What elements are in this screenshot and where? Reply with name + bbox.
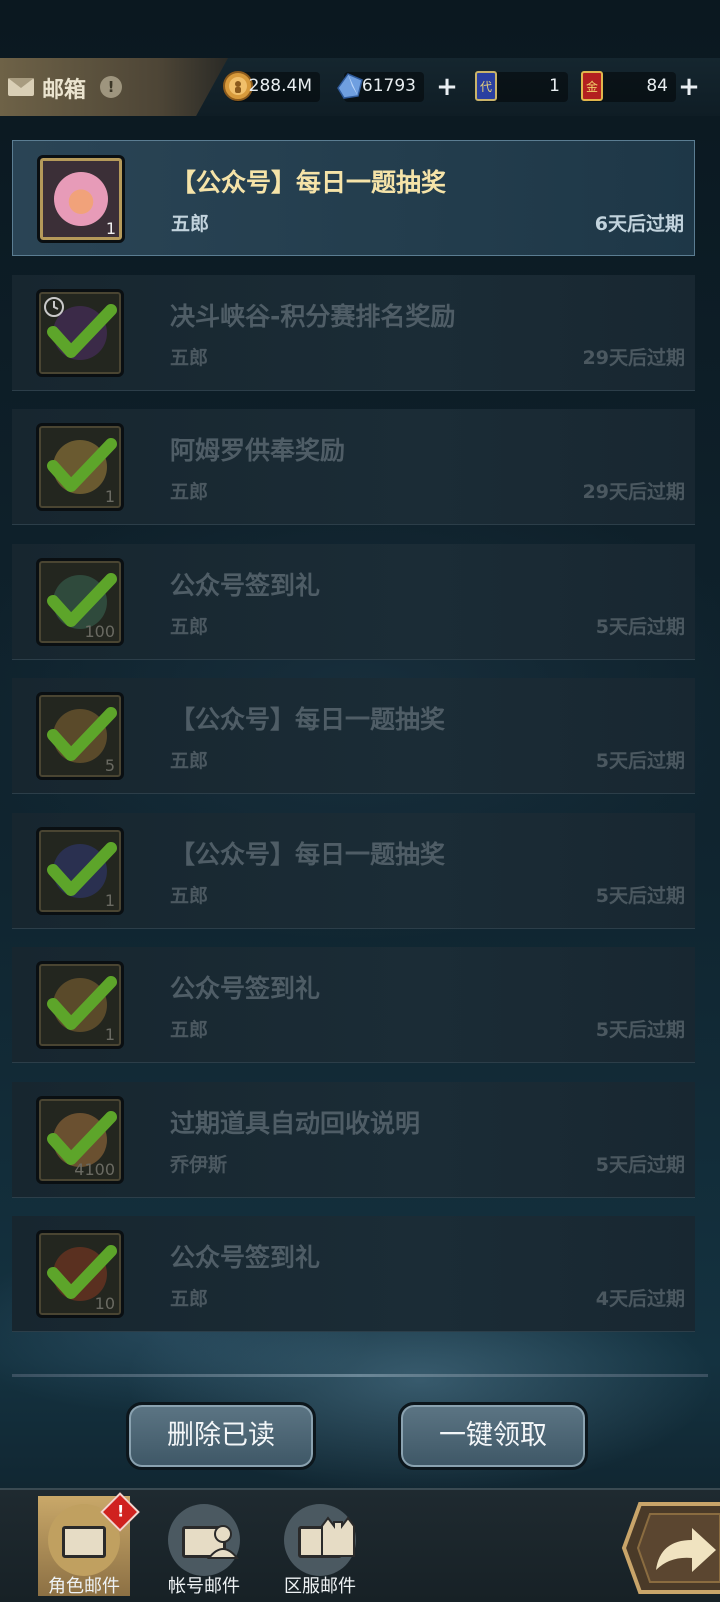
reward-slot: 1 <box>36 827 124 915</box>
mail-sender: 五郎 <box>170 1288 209 1310</box>
mail-item[interactable]: 4100 过期道具自动回收说明乔伊斯 5天后过期 <box>12 1082 695 1198</box>
crystal-resource: 61793 <box>337 72 424 102</box>
mail-title: 公众号签到礼 <box>170 1243 321 1272</box>
ticket-card-icon: 代 <box>475 71 497 101</box>
envelope-icon <box>62 1526 106 1558</box>
mail-sender: 五郎 <box>170 481 209 503</box>
claimed-check-icon <box>47 438 117 492</box>
tab-label: 区服邮件 <box>284 1576 356 1597</box>
tab-server-mail[interactable]: 区服邮件 <box>274 1496 366 1597</box>
claimed-check-icon <box>47 707 117 761</box>
info-icon[interactable]: ! <box>100 76 122 98</box>
reward-slot: 4100 <box>36 1096 124 1184</box>
mail-item[interactable]: 1 公众号签到礼五郎 5天后过期 <box>12 947 695 1063</box>
tab-label: 帐号邮件 <box>168 1576 240 1597</box>
mail-expiry: 5天后过期 <box>595 750 685 772</box>
mail-sender: 五郎 <box>171 213 210 235</box>
gold-resource: 288.4M <box>223 71 320 102</box>
alert-badge-text: ! <box>117 1501 125 1521</box>
user-icon <box>206 1525 240 1559</box>
mail-sender: 五郎 <box>170 616 209 638</box>
tab-account-mail[interactable]: 帐号邮件 <box>158 1496 250 1597</box>
mail-expiry: 5天后过期 <box>595 1019 685 1041</box>
tab-character-mail[interactable]: ! 角色邮件 <box>38 1492 140 1597</box>
claimed-check-icon <box>47 304 117 358</box>
mail-expiry: 4天后过期 <box>595 1288 685 1310</box>
mail-expiry: 6天后过期 <box>594 213 684 235</box>
reward-slot: 1 <box>36 961 124 1049</box>
mail-item[interactable]: 1 【公众号】每日一题抽奖五郎 5天后过期 <box>12 813 695 929</box>
claimed-check-icon <box>47 573 117 627</box>
mail-title: 公众号签到礼 <box>170 571 321 600</box>
mail-expiry: 5天后过期 <box>595 1154 685 1176</box>
reward-slot: 1 <box>36 423 124 511</box>
mail-title: 决斗峡谷-积分赛排名奖励 <box>170 302 456 331</box>
crystal-value: 61793 <box>361 76 416 96</box>
reward-slot: 10 <box>36 1230 124 1318</box>
delete-read-button[interactable]: 删除已读 <box>126 1402 316 1470</box>
reward-quantity: 1 <box>105 219 116 238</box>
page-title: 邮箱 <box>42 78 87 103</box>
svg-text:代: 代 <box>480 80 492 94</box>
mail-item[interactable]: 5 【公众号】每日一题抽奖五郎 5天后过期 <box>12 678 695 794</box>
claimed-check-icon <box>47 976 117 1030</box>
reward-slot: 100 <box>36 558 124 646</box>
gold-card-icon: 金 <box>581 71 603 101</box>
mail-expiry: 29天后过期 <box>582 481 685 503</box>
mailbox-header: 邮箱 ! <box>0 58 228 116</box>
add-gold-card-button[interactable]: + <box>676 74 702 100</box>
mail-sender: 五郎 <box>170 885 209 907</box>
add-crystal-button[interactable]: + <box>434 74 460 100</box>
mail-title: 阿姆罗供奉奖励 <box>170 436 346 465</box>
list-divider <box>12 1374 708 1377</box>
envelope-icon <box>8 78 34 96</box>
ticket-resource: 代 1 <box>475 71 568 102</box>
mail-item[interactable]: 100 公众号签到礼五郎 5天后过期 <box>12 544 695 660</box>
claim-all-button[interactable]: 一键领取 <box>398 1402 588 1470</box>
mail-expiry: 5天后过期 <box>595 616 685 638</box>
mail-title: 【公众号】每日一题抽奖 <box>171 168 447 197</box>
castle-icon <box>321 1516 355 1557</box>
reward-slot: 1 <box>37 155 125 243</box>
reward-slot: 5 <box>36 692 124 780</box>
reward-item-icon <box>54 172 108 226</box>
mail-expiry: 29天后过期 <box>582 347 685 369</box>
back-arrow-icon[interactable] <box>620 1500 720 1596</box>
mail-sender: 乔伊斯 <box>170 1154 228 1176</box>
mail-title: 公众号签到礼 <box>170 974 321 1003</box>
mail-sender: 五郎 <box>170 750 209 772</box>
mail-expiry: 5天后过期 <box>595 885 685 907</box>
mail-item[interactable]: 10 公众号签到礼五郎 4天后过期 <box>12 1216 695 1332</box>
claimed-check-icon <box>47 842 117 896</box>
reward-slot <box>36 289 124 377</box>
gold-card-resource: 金 84 <box>581 71 676 102</box>
mail-item[interactable]: 1 【公众号】每日一题抽奖五郎 6天后过期 <box>12 140 695 256</box>
mail-title: 过期道具自动回收说明 <box>170 1109 421 1138</box>
mail-title: 【公众号】每日一题抽奖 <box>170 840 446 869</box>
mail-title: 【公众号】每日一题抽奖 <box>170 705 446 734</box>
gold-card-value: 84 <box>646 76 668 96</box>
gold-value: 288.4M <box>248 76 312 96</box>
mail-sender: 五郎 <box>170 347 209 369</box>
mail-item[interactable]: 决斗峡谷-积分赛排名奖励五郎 29天后过期 <box>12 275 695 391</box>
claimed-check-icon <box>47 1111 117 1165</box>
mail-item[interactable]: 1 阿姆罗供奉奖励五郎 29天后过期 <box>12 409 695 525</box>
tab-label: 角色邮件 <box>48 1576 120 1597</box>
ticket-value: 1 <box>549 76 560 96</box>
claimed-check-icon <box>47 1245 117 1299</box>
mail-sender: 五郎 <box>170 1019 209 1041</box>
svg-text:金: 金 <box>586 79 598 94</box>
